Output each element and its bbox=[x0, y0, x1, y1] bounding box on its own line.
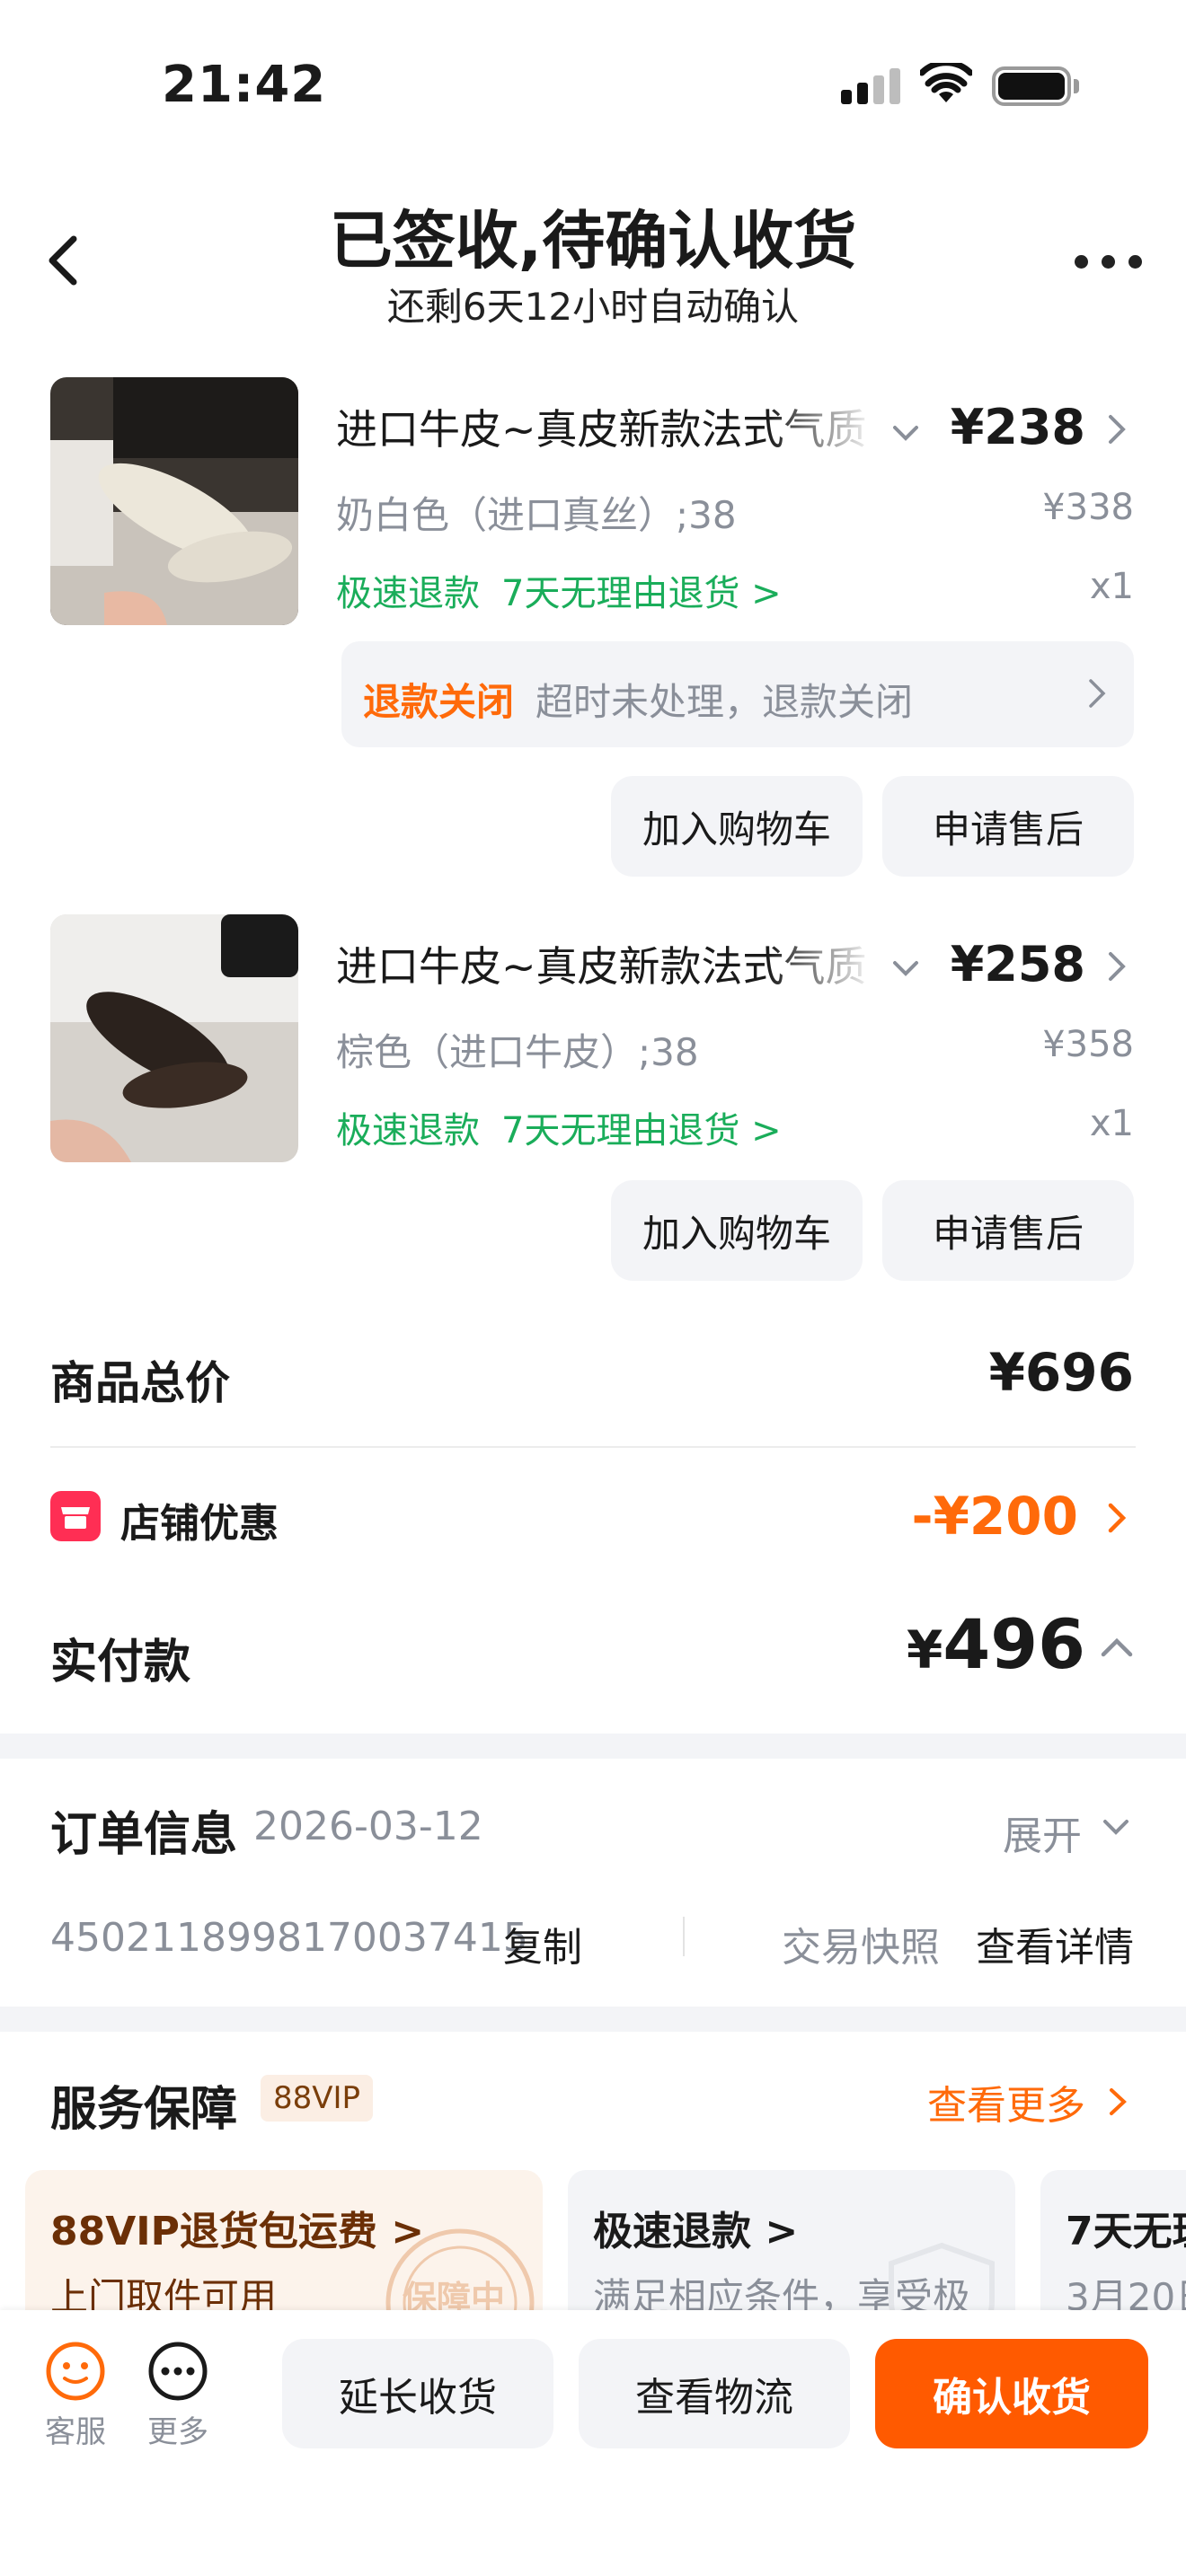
seven-day-return-tag: 7天无理由退货 > bbox=[501, 1110, 782, 1151]
add-to-cart-button[interactable]: 加入购物车 bbox=[611, 1180, 863, 1281]
card-title: 7天无理 bbox=[1066, 2209, 1186, 2254]
card-title: 极速退款 > bbox=[593, 2209, 799, 2254]
separator bbox=[683, 1917, 685, 1956]
page-title: 已签收,待确认收货 bbox=[329, 204, 857, 278]
refund-status-bar[interactable]: 退款关闭 超时未处理，退款关闭 bbox=[341, 641, 1134, 747]
status-bar: 21:42 bbox=[0, 0, 1186, 171]
original-price: ¥358 bbox=[1042, 1024, 1134, 1065]
product-price: ¥258 bbox=[950, 936, 1085, 992]
copy-button[interactable]: 复制 bbox=[503, 1915, 582, 1972]
section-divider bbox=[0, 1734, 1186, 1759]
extend-receipt-button[interactable]: 延长收货 bbox=[282, 2339, 553, 2448]
section-divider bbox=[0, 2007, 1186, 2032]
order-number: 4502118998170037415 bbox=[50, 1915, 528, 1961]
signal-icon bbox=[841, 68, 900, 104]
product-spec: 奶白色（进口真丝）;38 bbox=[336, 493, 737, 537]
currency-symbol: ¥ bbox=[906, 1619, 943, 1681]
fast-refund-tag: 极速退款 bbox=[336, 1110, 480, 1151]
vip-badge: 88VIP bbox=[261, 2075, 374, 2122]
battery-icon bbox=[992, 66, 1079, 106]
chevron-right-icon[interactable] bbox=[1103, 411, 1130, 447]
more-label[interactable]: 更多 bbox=[133, 2407, 223, 2451]
shop-discount-label: 店铺优惠 bbox=[120, 1501, 279, 1547]
paid-label: 实付款 bbox=[50, 1636, 191, 1689]
add-to-cart-button[interactable]: 加入购物车 bbox=[611, 776, 863, 877]
refund-status: 退款关闭 bbox=[363, 680, 515, 724]
order-date: 2026-03-12 bbox=[253, 1804, 483, 1849]
paid-amount[interactable]: ¥496 bbox=[907, 1604, 1085, 1684]
service-tags[interactable]: 极速退款 7天无理由退货 > bbox=[336, 1101, 782, 1153]
after-sale-button[interactable]: 申请售后 bbox=[882, 1180, 1134, 1281]
more-options-icon[interactable] bbox=[1075, 251, 1143, 273]
auto-confirm-countdown: 还剩6天12小时自动确认 bbox=[386, 285, 800, 329]
chevron-down-icon[interactable] bbox=[890, 417, 922, 449]
chevron-up-icon[interactable] bbox=[1098, 1633, 1136, 1660]
product-spec: 棕色（进口牛皮）;38 bbox=[336, 1030, 699, 1074]
confirm-receipt-button[interactable]: 确认收货 bbox=[875, 2339, 1148, 2448]
expand-button[interactable]: 展开 bbox=[1003, 1804, 1082, 1861]
goods-total-label: 商品总价 bbox=[50, 1357, 230, 1409]
product-image[interactable] bbox=[50, 377, 298, 625]
customer-service-icon[interactable] bbox=[45, 2341, 106, 2402]
order-info-title: 订单信息 bbox=[50, 1808, 238, 1862]
after-sale-button[interactable]: 申请售后 bbox=[882, 776, 1134, 877]
trade-snapshot-link[interactable]: 交易快照 bbox=[782, 1915, 940, 1972]
wifi-icon bbox=[920, 63, 972, 102]
service-tags[interactable]: 极速退款 7天无理由退货 > bbox=[336, 564, 782, 616]
original-price: ¥338 bbox=[1042, 487, 1134, 528]
service-title: 服务保障 bbox=[50, 2083, 238, 2137]
chevron-right-icon bbox=[1089, 679, 1106, 708]
divider bbox=[50, 1446, 1136, 1448]
product-image[interactable] bbox=[50, 914, 298, 1162]
chevron-right-icon[interactable] bbox=[1107, 2086, 1128, 2118]
product-quantity: x1 bbox=[1089, 566, 1134, 607]
chevron-right-icon[interactable] bbox=[1103, 1500, 1130, 1536]
refund-desc: 超时未处理，退款关闭 bbox=[535, 680, 914, 724]
chevron-down-icon[interactable] bbox=[890, 952, 922, 984]
goods-total-value: ¥696 bbox=[988, 1342, 1134, 1403]
product-name[interactable]: 进口牛皮~真皮新款法式气质 bbox=[336, 934, 875, 993]
status-time: 21:42 bbox=[162, 56, 327, 114]
customer-service-label[interactable]: 客服 bbox=[31, 2407, 120, 2451]
more-icon[interactable] bbox=[147, 2341, 208, 2402]
paid-number: 496 bbox=[943, 1604, 1085, 1684]
card-title: 88VIP退货包运费 > bbox=[50, 2209, 425, 2254]
product-price: ¥238 bbox=[950, 399, 1085, 455]
shop-discount-value[interactable]: -¥200 bbox=[912, 1486, 1079, 1547]
view-logistics-button[interactable]: 查看物流 bbox=[579, 2339, 850, 2448]
view-details-link[interactable]: 查看详情 bbox=[976, 1915, 1134, 1972]
view-more-link[interactable]: 查看更多 bbox=[927, 2073, 1085, 2130]
product-name[interactable]: 进口牛皮~真皮新款法式气质 bbox=[336, 397, 875, 456]
chevron-right-icon[interactable] bbox=[1103, 948, 1130, 984]
product-quantity: x1 bbox=[1089, 1103, 1134, 1144]
chevron-down-icon[interactable] bbox=[1100, 1814, 1132, 1841]
fast-refund-tag: 极速退款 bbox=[336, 573, 480, 614]
shop-icon bbox=[50, 1491, 101, 1541]
seven-day-return-tag: 7天无理由退货 > bbox=[501, 573, 782, 614]
